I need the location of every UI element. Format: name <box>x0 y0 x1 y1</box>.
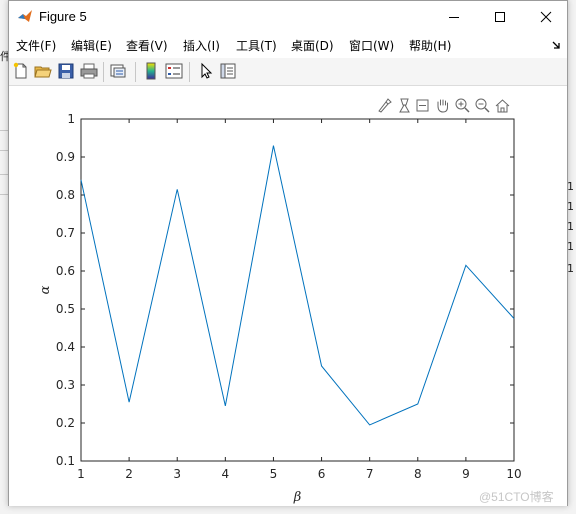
toolbar-separator <box>135 62 136 82</box>
background-window-text: 1 <box>567 200 574 213</box>
dock-figure-icon[interactable] <box>551 40 561 50</box>
open-file-icon[interactable] <box>34 62 52 80</box>
axes: 1 2 3 4 5 6 7 8 9 10 0.1 0.2 0.3 0.4 0.5 0.6 0.7 0.8 0.9 1 <box>56 112 522 481</box>
minimize-button[interactable] <box>431 1 477 32</box>
menu-view[interactable]: 查看(V) <box>126 37 168 54</box>
figure-toolbar <box>9 58 567 86</box>
y-tick-label: 0.4 <box>56 340 75 354</box>
y-tick-label: 0.9 <box>56 150 75 164</box>
x-tick-label: 6 <box>318 467 326 481</box>
x-axis-label: β <box>293 490 302 505</box>
figure-canvas: 1 2 3 4 5 6 7 8 9 10 0.1 0.2 0.3 0.4 0.5 0.6 0.7 0.8 0.9 1 … <box>9 86 567 506</box>
insert-legend-icon[interactable] <box>165 62 183 80</box>
x-tick-label: 2 <box>125 467 133 481</box>
insert-colorbar-icon[interactable] <box>142 62 160 80</box>
y-tick-label: 0.8 <box>56 188 75 202</box>
x-tick-label: 8 <box>414 467 422 481</box>
maximize-icon <box>495 11 505 22</box>
menu-edit[interactable]: 编辑(E) <box>71 37 112 54</box>
watermark-text: @51CTO博客 <box>479 490 554 504</box>
new-figure-icon[interactable] <box>12 62 30 80</box>
close-icon <box>540 11 552 22</box>
maximize-button[interactable] <box>477 1 523 32</box>
menu-window[interactable]: 窗口(W) <box>349 37 394 54</box>
minimize-icon <box>449 16 459 18</box>
window-title: Figure 5 <box>39 9 87 24</box>
figure-window: Figure 5 文件(F) 编辑(E) 查看(V) 插入(I) 工具(T) 桌… <box>8 0 568 506</box>
matlab-logo-icon <box>18 10 32 22</box>
background-window-text: 1 <box>567 240 574 253</box>
x-tick-label: 4 <box>222 467 230 481</box>
x-tick-label: 9 <box>462 467 470 481</box>
toolbar-separator <box>189 62 190 82</box>
edit-plot-arrow-icon[interactable] <box>197 62 215 80</box>
menu-file[interactable]: 文件(F) <box>16 37 56 54</box>
y-tick-label: 0.1 <box>56 454 75 468</box>
menu-bar: 文件(F) 编辑(E) 查看(V) 插入(I) 工具(T) 桌面(D) 窗口(W… <box>9 32 567 58</box>
property-inspector-icon[interactable] <box>219 62 237 80</box>
y-tick-label: 0.6 <box>56 264 75 278</box>
print-icon[interactable] <box>80 62 98 80</box>
title-bar[interactable]: Figure 5 <box>9 1 567 32</box>
x-tick-label: 10 <box>506 467 521 481</box>
menu-tools[interactable]: 工具(T) <box>236 37 277 54</box>
background-window-text: 1 <box>567 262 574 275</box>
x-tick-label: 7 <box>366 467 374 481</box>
menu-help[interactable]: 帮助(H) <box>409 37 451 54</box>
x-tick-label: 5 <box>270 467 278 481</box>
x-tick-label: 3 <box>173 467 181 481</box>
plot-area-box <box>80 118 515 462</box>
link-plot-icon[interactable] <box>109 62 127 80</box>
close-button[interactable] <box>523 1 569 32</box>
background-window-text: 1 <box>567 180 574 193</box>
y-tick-label: 0.7 <box>56 226 75 240</box>
y-tick-label: 0.3 <box>56 378 75 392</box>
y-axis-label: α <box>38 285 53 294</box>
line-chart[interactable]: 1 2 3 4 5 6 7 8 9 10 0.1 0.2 0.3 0.4 0.5 0.6 0.7 0.8 0.91 … <box>9 86 567 506</box>
x-tick-label: 1 <box>77 467 85 481</box>
background-window-text: 1 <box>567 220 574 233</box>
save-icon[interactable] <box>57 62 75 80</box>
y-tick-label: 0.2 <box>56 416 75 430</box>
menu-insert[interactable]: 插入(I) <box>183 37 220 54</box>
y-tick-label: 1 <box>67 112 75 126</box>
y-tick-label: 0.5 <box>56 302 75 316</box>
menu-desktop[interactable]: 桌面(D) <box>291 37 334 54</box>
toolbar-separator <box>103 62 104 82</box>
